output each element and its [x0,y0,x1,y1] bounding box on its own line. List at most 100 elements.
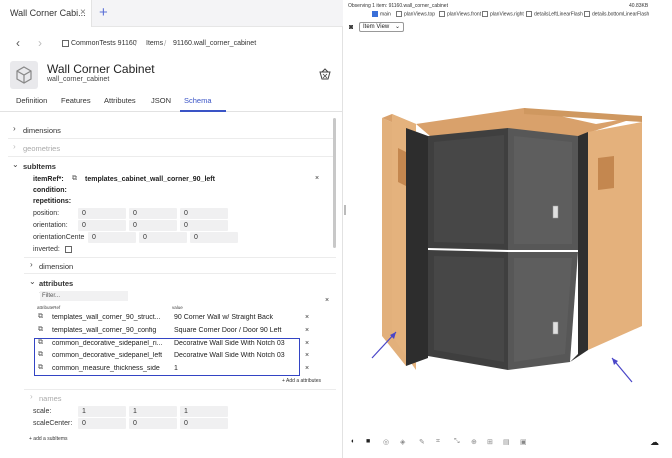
tab-schema[interactable]: Schema [184,96,212,105]
grid-icon[interactable]: ⊞ [487,438,493,446]
orientation-x-field[interactable]: 0 [78,220,126,231]
target-icon[interactable]: ⊕ [471,438,477,446]
scale-center-z-field[interactable]: 0 [180,418,228,429]
position-x-field[interactable]: 0 [78,208,126,219]
attribute-value[interactable]: Decorative Wall Side With Notch 03 [174,352,300,359]
attribute-ref[interactable]: common_decorative_sidepanel_ri... [52,340,170,347]
attribute-ref[interactable]: common_decorative_sidepanel_left [52,352,170,359]
camera-icon[interactable]: ◙ [349,24,353,31]
left-lower-door-panel [434,256,504,362]
orientation-y-field[interactable]: 0 [129,220,177,231]
add-attribute-button[interactable]: + Add a attributes [282,378,321,384]
section-dimensions[interactable]: dimensions [23,126,61,135]
external-link-icon[interactable]: ⧉ [38,326,43,334]
tab-attributes[interactable]: Attributes [104,96,136,105]
orientation-z-field[interactable]: 0 [180,220,228,231]
breadcrumb-project[interactable]: CommonTests 91160 [71,40,137,47]
chevron-down-icon[interactable]: ⌄ [12,160,19,169]
left-notch [398,148,406,186]
scale-center-y-field[interactable]: 0 [129,418,177,429]
view-toggle-details-bottom[interactable]: details.bottomLinearFlash [584,11,649,19]
itemref-value[interactable]: templates_cabinet_wall_corner_90_left [85,176,215,183]
external-link-icon[interactable]: ⧉ [38,313,43,321]
chevron-right-icon[interactable]: › [13,142,16,151]
section-dimension[interactable]: dimension [39,262,73,271]
file-size: 40.83KB [629,3,649,9]
edit-icon[interactable]: ✎ [419,438,425,446]
cloud-download-icon[interactable]: ☁ [650,437,659,448]
remove-attribute-button[interactable]: × [305,365,309,372]
remove-attribute-button[interactable]: × [305,314,309,321]
orientation-center-x-field[interactable]: 0 [88,232,136,243]
back-icon[interactable]: ‹ [16,36,20,50]
remove-subitem-button[interactable]: × [315,175,319,182]
view-toggle-main[interactable]: main [372,11,391,19]
external-link-icon[interactable]: ⧉ [38,351,43,359]
repetitions-label: repetitions: [33,198,72,205]
add-subitem-button[interactable]: + add a subItems [29,436,68,442]
material-icon[interactable]: ◈ [400,438,405,446]
external-link-icon[interactable]: ⧉ [72,175,77,183]
chevron-right-icon[interactable]: › [30,260,33,269]
attribute-value[interactable]: Square Corner Door / Door 90 Left [174,327,300,334]
section-subitems[interactable]: subItems [23,162,56,171]
section-names[interactable]: names [39,394,62,403]
external-link-icon[interactable]: ⧉ [38,364,43,372]
measure-icon[interactable]: ⤡ [454,438,460,446]
chevron-right-icon[interactable]: › [13,124,16,133]
scale-y-field[interactable]: 1 [129,406,177,417]
close-icon[interactable]: × [80,7,86,18]
divider [24,257,336,258]
layers-icon[interactable]: ▤ [503,438,510,446]
attribute-ref[interactable]: templates_wall_corner_90_struct... [52,314,170,321]
chevron-right-icon[interactable]: › [30,392,33,401]
window-icon[interactable]: ▣ [520,438,527,446]
remove-attribute-button[interactable]: × [305,340,309,347]
attribute-ref[interactable]: templates_wall_corner_90_config [52,327,170,334]
attribute-value[interactable]: Decorative Wall Side With Notch 03 [174,340,300,347]
view-toggle-top[interactable]: planViews.top [396,11,435,19]
crop-icon[interactable]: ⌗ [436,438,440,446]
remove-attribute-button[interactable]: × [305,327,309,334]
external-link-icon[interactable]: ⧉ [38,339,43,347]
orientation-center-y-field[interactable]: 0 [139,232,187,243]
breadcrumb-items[interactable]: Items [146,40,163,47]
position-z-field[interactable]: 0 [180,208,228,219]
scale-z-field[interactable]: 1 [180,406,228,417]
view-label: planViews.front [447,11,482,18]
right-notch [598,156,614,190]
orientation-center-z-field[interactable]: 0 [190,232,238,243]
view-toggle-front[interactable]: planViews.front [439,11,481,19]
divider [24,389,336,390]
tab-definition[interactable]: Definition [16,96,47,105]
scale-x-field[interactable]: 1 [78,406,126,417]
tab-json[interactable]: JSON [151,96,171,105]
section-attributes[interactable]: attributes [39,279,73,288]
filter-input[interactable]: Filter... [40,291,128,301]
attribute-value[interactable]: 90 Corner Wall w/ Straight Back [174,314,300,321]
view-toggle-details-left[interactable]: detailsLeftLinearFlash [526,11,583,19]
tab-features[interactable]: Features [61,96,91,105]
scrollbar[interactable] [333,118,336,248]
view-toggle-right[interactable]: planViews.right [482,11,524,19]
3d-viewport[interactable] [346,36,672,432]
breadcrumb-separator: / [135,39,138,48]
forward-icon[interactable]: › [38,36,42,50]
tab-wall-corner-cabinet[interactable]: Wall Corner Cabi... × [0,0,92,27]
inverted-checkbox[interactable] [65,246,72,253]
chevron-down-icon[interactable]: ⌄ [29,277,36,286]
divider [8,156,336,157]
position-y-field[interactable]: 0 [129,208,177,219]
sphere-icon[interactable]: ◎ [383,438,389,446]
attribute-ref[interactable]: common_measure_thickness_side [52,365,170,372]
section-geometries[interactable]: geometries [23,144,60,153]
add-tab-icon[interactable]: + [99,4,108,21]
palette-icon[interactable]: ◐ [351,438,355,445]
remove-attribute-button[interactable]: × [305,352,309,359]
scale-center-x-field[interactable]: 0 [78,418,126,429]
view-select[interactable]: Item View ⌄ [359,22,404,32]
clear-filter-button[interactable]: × [325,297,329,304]
solid-view-icon[interactable]: ■ [366,438,370,445]
attribute-value[interactable]: 1 [174,365,300,372]
basket-icon[interactable] [319,68,331,83]
